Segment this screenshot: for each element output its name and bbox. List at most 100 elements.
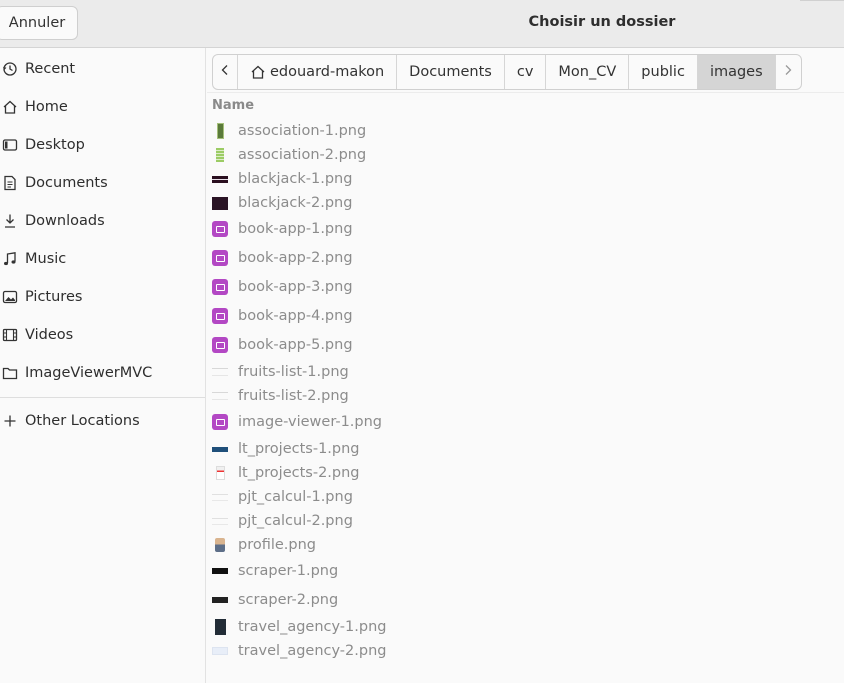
list-item[interactable]: lt_projects-2.png [212,462,360,484]
document-icon [2,175,18,191]
image-thumbnail [212,563,228,579]
image-thumbnail [212,171,228,187]
list-item[interactable]: scraper-1.png [212,560,338,582]
music-icon [2,251,18,267]
sidebar-item-label: Downloads [25,213,105,229]
list-item[interactable]: fruits-list-1.png [212,361,349,383]
sidebar-item-other-locations[interactable]: Other Locations [0,402,205,440]
sidebar-item-videos[interactable]: Videos [0,316,205,354]
clock-icon [2,61,18,77]
plus-icon [2,413,18,429]
image-file-icon [212,308,228,324]
list-item[interactable]: profile.png [212,534,316,556]
list-item[interactable]: travel_agency-1.png [212,616,386,638]
list-item[interactable]: pjt_calcul-2.png [212,510,353,532]
file-name: scraper-2.png [238,592,339,608]
list-item[interactable]: travel_agency-2.png [212,640,386,662]
file-name: association-1.png [238,123,367,139]
list-item[interactable]: image-viewer-1.png [212,411,382,433]
list-item[interactable]: association-2.png [212,144,366,166]
list-item[interactable]: blackjack-1.png [212,168,352,190]
list-item[interactable]: book-app-1.png [212,218,353,240]
image-thumbnail [212,195,228,211]
file-name: scraper-1.png [238,563,339,579]
sidebar-item-pictures[interactable]: Pictures [0,278,205,316]
sidebar-item-label: Music [25,251,67,267]
image-thumbnail [212,465,228,481]
file-name: profile.png [238,537,317,553]
sidebar-item-home[interactable]: Home [0,88,205,126]
divider [207,92,844,93]
path-bar: edouard-makon Documents cv Mon_CV public… [212,54,802,90]
chevron-right-icon [783,64,793,80]
desktop-icon [2,137,18,153]
list-item[interactable]: book-app-2.png [212,247,353,269]
list-item[interactable]: scraper-2.png [212,589,338,611]
image-thumbnail [212,147,228,163]
list-item[interactable]: book-app-3.png [212,276,353,298]
list-item[interactable]: book-app-5.png [212,334,353,356]
column-header-name[interactable]: Name [212,98,254,113]
file-name: association-2.png [238,147,367,163]
picture-icon [2,289,18,305]
sidebar-item-music[interactable]: Music [0,240,205,278]
image-file-icon [212,279,228,295]
home-icon [2,99,18,115]
crumb-documents[interactable]: Documents [397,55,505,89]
home-icon [250,64,266,80]
sidebar-item-label: Pictures [25,289,83,305]
chevron-left-icon [220,64,230,80]
file-name: pjt_calcul-2.png [238,513,353,529]
image-thumbnail [212,619,228,635]
crumb-public[interactable]: public [629,55,698,89]
image-thumbnail [212,513,228,529]
crumb-mon-cv[interactable]: Mon_CV [546,55,630,89]
sidebar-item-label: Other Locations [25,413,140,429]
image-thumbnail [212,364,228,380]
list-item[interactable]: lt_projects-1.png [212,438,360,460]
file-name: blackjack-1.png [238,171,353,187]
file-name: book-app-5.png [238,337,353,353]
header-bar: Annuler Choisir un dossier [0,0,844,48]
file-name: book-app-3.png [238,279,353,295]
image-thumbnail [212,537,228,553]
file-name: travel_agency-2.png [238,643,387,659]
sidebar-item-documents[interactable]: Documents [0,164,205,202]
sidebar: Recent Home Desktop Documents Downloads [0,48,206,683]
path-back-button[interactable] [213,55,238,89]
file-name: fruits-list-2.png [238,388,349,404]
image-thumbnail [212,489,228,505]
list-item[interactable]: blackjack-2.png [212,192,352,214]
list-item[interactable]: book-app-4.png [212,305,353,327]
file-name: pjt_calcul-1.png [238,489,353,505]
sidebar-item-downloads[interactable]: Downloads [0,202,205,240]
crumb-label: edouard-makon [270,64,385,80]
list-item[interactable]: fruits-list-2.png [212,385,349,407]
sidebar-item-label: Home [25,99,68,115]
folder-icon [2,365,18,381]
crumb-images[interactable]: images [697,55,776,89]
image-file-icon [212,250,228,266]
film-icon [2,327,18,343]
cancel-button[interactable]: Annuler [0,6,78,40]
download-icon [2,213,18,229]
sidebar-item-label: Recent [25,61,76,77]
sidebar-item-recent[interactable]: Recent [0,50,205,88]
sidebar-item-label: Videos [25,327,74,343]
file-name: fruits-list-1.png [238,364,349,380]
sidebar-item-label: ImageViewerMVC [25,365,153,381]
crumb-cv[interactable]: cv [505,55,547,89]
file-name: blackjack-2.png [238,195,353,211]
list-item[interactable]: association-1.png [212,120,366,142]
crumb-home[interactable]: edouard-makon [238,55,398,89]
image-thumbnail [212,388,228,404]
image-file-icon [212,221,228,237]
sidebar-item-imageviewermvc[interactable]: ImageViewerMVC [0,354,205,392]
path-forward-button[interactable] [776,55,801,89]
sidebar-item-label: Desktop [25,137,85,153]
file-name: travel_agency-1.png [238,619,387,635]
sidebar-item-desktop[interactable]: Desktop [0,126,205,164]
list-item[interactable]: pjt_calcul-1.png [212,486,353,508]
image-file-icon [212,337,228,353]
file-name: lt_projects-2.png [238,465,360,481]
